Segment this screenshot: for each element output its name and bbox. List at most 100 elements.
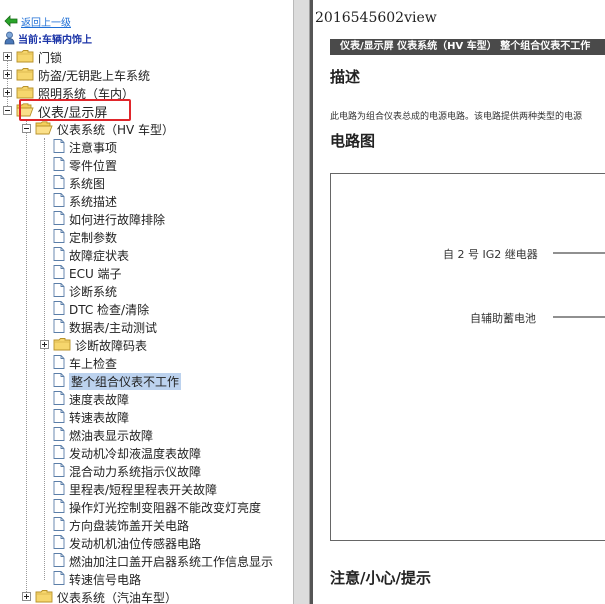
tree-folder-item[interactable]: 防盗/无钥匙上车系统 bbox=[3, 66, 151, 84]
tree-doc-item[interactable]: 速度表故障 bbox=[53, 390, 129, 408]
arrow-right-icon bbox=[553, 252, 605, 254]
tree-doc-item[interactable]: 数据表/主动测试 bbox=[53, 318, 157, 336]
tree-item-label: 方向盘装饰盖开关电路 bbox=[69, 518, 190, 533]
tree-guide-line bbox=[44, 138, 45, 580]
tree-doc-item[interactable]: 操作灯光控制变阻器不能改变灯亮度 bbox=[53, 498, 261, 516]
tree-doc-item[interactable]: DTC 检查/清除 bbox=[53, 300, 149, 318]
document-icon bbox=[53, 174, 65, 192]
document-icon bbox=[53, 498, 65, 516]
document-icon bbox=[53, 408, 65, 426]
tree-item-label: 转速信号电路 bbox=[69, 572, 142, 587]
tree-doc-item[interactable]: 混合动力系统指示仪故障 bbox=[53, 462, 201, 480]
tree-item-label: 零件位置 bbox=[69, 158, 118, 173]
circuit-source-ig2: 自 2 号 IG2 继电器 bbox=[443, 248, 538, 261]
tree-folder-item[interactable]: 门锁 bbox=[3, 48, 62, 66]
folder-icon bbox=[35, 589, 53, 604]
tree-doc-item[interactable]: 燃油加注口盖开启器系统工作信息显示 bbox=[53, 552, 273, 570]
tree-item-label: 系统描述 bbox=[69, 194, 118, 209]
back-link-label[interactable]: 返回上一级 bbox=[21, 14, 71, 29]
document-icon bbox=[53, 444, 65, 462]
document-icon bbox=[53, 534, 65, 552]
tree-item-label: 发动机冷却液温度表故障 bbox=[69, 446, 202, 461]
document-id: 2016545602view bbox=[315, 10, 437, 26]
current-location: 当前:车辆内饰上 bbox=[4, 30, 92, 46]
tree-item-label: 诊断故障码表 bbox=[75, 338, 148, 353]
tree-folder-item[interactable]: 仪表系统（HV 车型） bbox=[22, 120, 175, 138]
document-icon bbox=[53, 390, 65, 408]
tree-doc-item[interactable]: 转速信号电路 bbox=[53, 570, 141, 588]
tree-guide-line bbox=[26, 120, 27, 598]
tree-item-label: 发动机机油位传感器电路 bbox=[69, 536, 202, 551]
document-icon bbox=[53, 462, 65, 480]
arrow-right-icon bbox=[553, 316, 605, 318]
tree-item-label: 定制参数 bbox=[69, 230, 118, 245]
document-icon bbox=[53, 156, 65, 174]
section-heading-description: 描述 bbox=[330, 68, 361, 86]
section-heading-notice: 注意/小心/提示 bbox=[330, 569, 431, 587]
document-icon bbox=[53, 426, 65, 444]
tree-doc-item[interactable]: ECU 端子 bbox=[53, 264, 122, 282]
tree-doc-item[interactable]: 发动机机油位传感器电路 bbox=[53, 534, 201, 552]
tree-doc-item[interactable]: 车上检查 bbox=[53, 354, 117, 372]
back-link[interactable]: 返回上一级 bbox=[4, 14, 71, 29]
document-icon bbox=[53, 138, 65, 156]
tree-item-label: 系统图 bbox=[69, 176, 106, 191]
document-title-bar: 仪表/显示屏 仪表系统（HV 车型） 整个组合仪表不工作 bbox=[330, 39, 605, 55]
tree-doc-item[interactable]: 转速表故障 bbox=[53, 408, 129, 426]
document-icon bbox=[53, 264, 65, 282]
tree-doc-item[interactable]: 故障症状表 bbox=[53, 246, 129, 264]
tree-doc-item[interactable]: 诊断系统 bbox=[53, 282, 117, 300]
tree-item-label: 转速表故障 bbox=[69, 410, 130, 425]
tree-folder-item[interactable]: 诊断故障码表 bbox=[40, 336, 148, 354]
tree-folder-item[interactable]: 仪表系统（汽油车型） bbox=[22, 588, 178, 604]
person-icon bbox=[4, 31, 15, 45]
tree-doc-item[interactable]: 定制参数 bbox=[53, 228, 117, 246]
tree-doc-item[interactable]: 零件位置 bbox=[53, 156, 117, 174]
tree-doc-item[interactable]: 燃油表显示故障 bbox=[53, 426, 153, 444]
tree-doc-item[interactable]: 整个组合仪表不工作 bbox=[53, 372, 182, 390]
circuit-diagram: 自 2 号 IG2 继电器 自辅助蓄电池 bbox=[330, 173, 605, 541]
tree-item-label: 诊断系统 bbox=[69, 284, 118, 299]
tree-item-label: 车上检查 bbox=[69, 356, 118, 371]
description-text: 此电路为组合仪表总成的电源电路。该电路提供两种类型的电源 bbox=[330, 112, 583, 122]
tree-item-label: ECU 端子 bbox=[69, 266, 122, 281]
tree-item-label: 故障症状表 bbox=[69, 248, 130, 263]
document-icon bbox=[53, 372, 65, 390]
tree-item-label: 速度表故障 bbox=[69, 392, 130, 407]
tree-item-label: 仪表系统（HV 车型） bbox=[57, 122, 175, 137]
document-icon bbox=[53, 282, 65, 300]
folder-icon bbox=[16, 67, 34, 84]
tree-doc-item[interactable]: 系统描述 bbox=[53, 192, 117, 210]
back-arrow-icon bbox=[4, 15, 18, 27]
folder-icon bbox=[16, 49, 34, 66]
tree-item-label: DTC 检查/清除 bbox=[69, 302, 150, 317]
tree-guide-line bbox=[7, 56, 8, 110]
tree-item-label: 整个组合仪表不工作 bbox=[69, 372, 182, 390]
tree-item-label: 混合动力系统指示仪故障 bbox=[69, 464, 202, 479]
folder-open-icon bbox=[35, 120, 53, 138]
tree-doc-item[interactable]: 注意事项 bbox=[53, 138, 117, 156]
circuit-source-aux-battery: 自辅助蓄电池 bbox=[470, 312, 536, 325]
document-icon bbox=[53, 516, 65, 534]
document-icon bbox=[53, 210, 65, 228]
document-icon bbox=[53, 480, 65, 498]
tree-item-label: 如何进行故障排除 bbox=[69, 212, 166, 227]
tree-doc-item[interactable]: 如何进行故障排除 bbox=[53, 210, 165, 228]
tree-item-label: 仪表系统（汽油车型） bbox=[57, 590, 178, 604]
tree-doc-item[interactable]: 里程表/短程里程表开关故障 bbox=[53, 480, 217, 498]
tree-doc-item[interactable]: 方向盘装饰盖开关电路 bbox=[53, 516, 189, 534]
tree-item-label: 防盗/无钥匙上车系统 bbox=[38, 68, 151, 83]
document-icon bbox=[53, 228, 65, 246]
document-icon bbox=[53, 318, 65, 336]
tree-item-label: 燃油加注口盖开启器系统工作信息显示 bbox=[69, 554, 274, 569]
document-icon bbox=[53, 246, 65, 264]
highlight-box bbox=[19, 99, 131, 121]
pane-splitter[interactable] bbox=[293, 0, 310, 604]
folder-icon bbox=[53, 337, 71, 354]
tree-item-label: 燃油表显示故障 bbox=[69, 428, 154, 443]
document-icon bbox=[53, 300, 65, 318]
tree-doc-item[interactable]: 发动机冷却液温度表故障 bbox=[53, 444, 201, 462]
navigation-tree-pane: 返回上一级 当前:车辆内饰上 门锁 防盗/无钥匙上车系统 照明系统（车内） 仪表/显示… bbox=[0, 0, 293, 604]
current-location-label: 当前:车辆内饰上 bbox=[18, 34, 92, 46]
tree-doc-item[interactable]: 系统图 bbox=[53, 174, 105, 192]
